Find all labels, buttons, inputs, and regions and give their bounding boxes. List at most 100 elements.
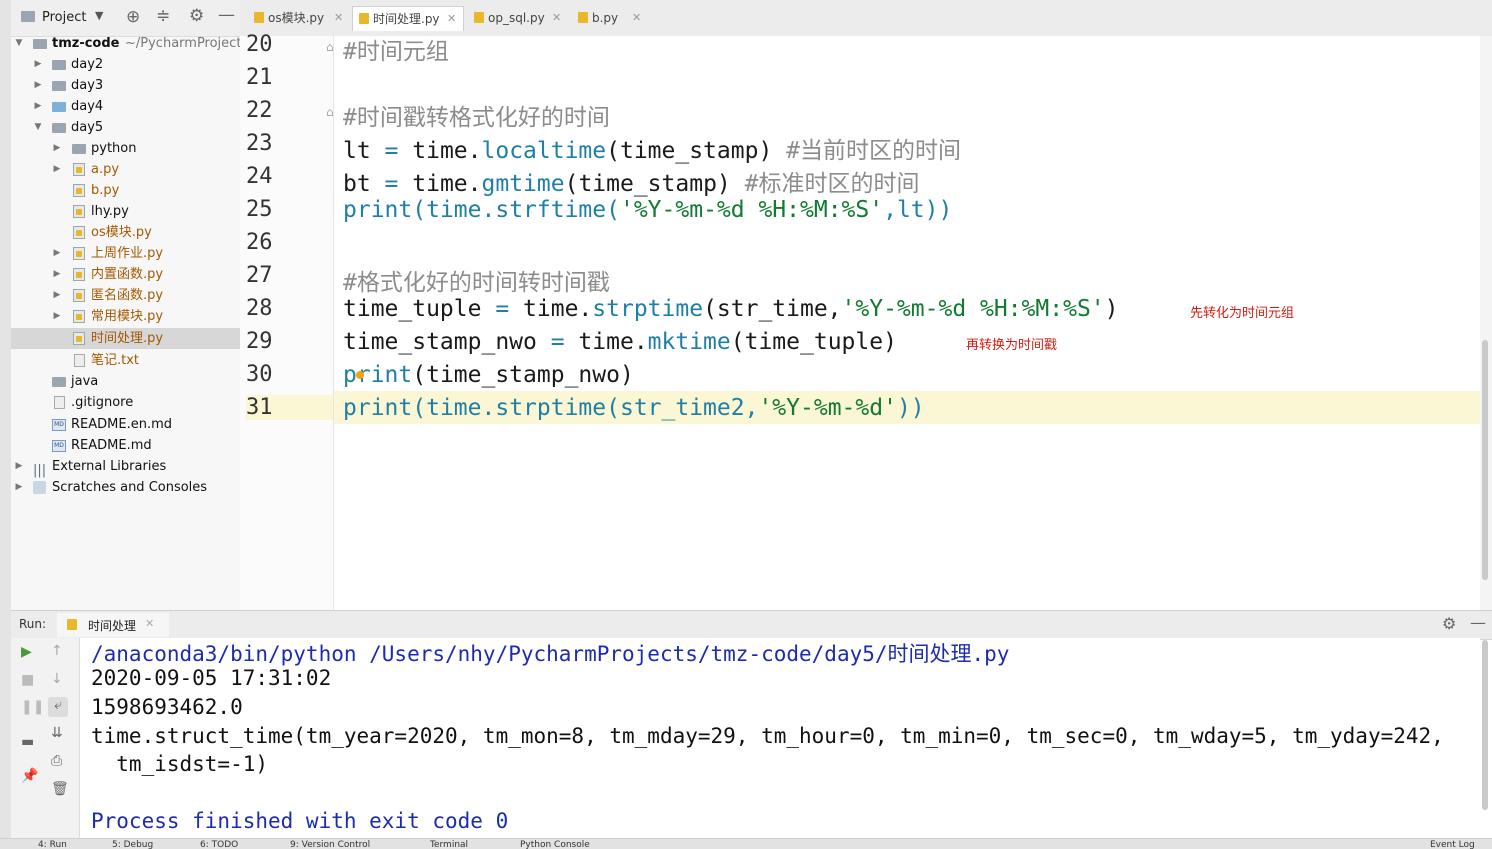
tree-item-label: 时间处理.py	[91, 331, 164, 346]
line-number: 30	[246, 362, 273, 387]
collapsed-arrow-icon[interactable]: ▶	[52, 159, 62, 180]
print-icon[interactable]: ⎙	[51, 753, 62, 769]
collapsed-arrow-icon[interactable]: ▶	[52, 138, 62, 159]
tree-item[interactable]: ▶ day2	[11, 54, 240, 75]
python-file-icon	[73, 205, 85, 218]
line-number: 25	[246, 197, 273, 222]
console-scrollbar-thumb[interactable]	[1482, 640, 1488, 810]
pin-icon[interactable]: 📌	[21, 768, 38, 784]
bottom-tool-bar: 4: Run 5: Debug 6: TODO 9: Version Contr…	[0, 838, 1492, 849]
tree-item-label: 内置函数.py	[91, 267, 164, 282]
collapse-all-icon[interactable]: ≑	[156, 6, 170, 26]
root-name: tmz-code	[52, 36, 120, 51]
chevron-down-icon[interactable]: ▼	[95, 9, 103, 22]
tree-item-selected[interactable]: 时间处理.py	[11, 328, 240, 349]
tree-item[interactable]: b.py	[11, 180, 240, 201]
code-line-29: time_stamp_nwo = time.mktime(time_tuple)	[343, 329, 897, 355]
gear-icon[interactable]: ⚙	[189, 6, 204, 26]
scratches-icon	[33, 481, 46, 494]
close-icon[interactable]: ✕	[334, 6, 343, 30]
collapsed-arrow-icon[interactable]: ▶	[52, 306, 62, 327]
stop-icon[interactable]: ■	[21, 672, 34, 688]
tree-item[interactable]: ▶ 上周作业.py	[11, 243, 240, 264]
tree-item[interactable]: ▶ ||| External Libraries	[11, 456, 240, 478]
close-icon[interactable]: ✕	[632, 6, 641, 30]
scroll-to-end-icon[interactable]: ⇊	[51, 725, 63, 741]
minimize-icon[interactable]: —	[1470, 613, 1486, 632]
collapsed-arrow-icon[interactable]: ▶	[14, 477, 24, 498]
tree-item[interactable]: os模块.py	[11, 222, 240, 243]
tree-item[interactable]: .gitignore	[11, 392, 240, 413]
tree-item[interactable]: ▶ a.py	[11, 159, 240, 180]
tree-item[interactable]: ▶ 内置函数.py	[11, 264, 240, 285]
collapsed-arrow-icon[interactable]: ▶	[52, 243, 62, 264]
tree-item[interactable]: 笔记.txt	[11, 350, 240, 371]
run-tab[interactable]: 时间处理 ✕	[57, 613, 169, 637]
line-number: 28	[246, 296, 273, 321]
tree-root[interactable]: ▼ tmz-code ~/PycharmProject	[11, 33, 242, 54]
expand-arrow-icon[interactable]: ▼	[33, 117, 43, 138]
code-editor[interactable]: #时间元组 #时间戳转格式化好的时间 lt = time.localtime(t…	[334, 36, 1480, 610]
text-file-icon	[74, 354, 85, 367]
code-line-25: print(time.strftime('%Y-%m-%d %H:%M:%S',…	[343, 197, 953, 223]
python-file-icon	[67, 619, 77, 630]
collapsed-arrow-icon[interactable]: ▶	[14, 456, 24, 477]
tree-item-label: .gitignore	[71, 395, 134, 410]
tree-item[interactable]: lhy.py	[11, 201, 240, 222]
tab-b-py[interactable]: b.py ✕	[572, 6, 646, 30]
tree-item[interactable]: ▶ Scratches and Consoles	[11, 477, 240, 498]
minimize-icon[interactable]: —	[218, 5, 235, 25]
close-icon[interactable]: ✕	[552, 6, 561, 30]
collapsed-arrow-icon[interactable]: ▶	[33, 75, 43, 96]
layout-icon[interactable]: ▬	[21, 734, 34, 750]
editor-scrollbar-thumb[interactable]	[1482, 340, 1488, 580]
tab-os-module[interactable]: os模块.py ✕	[248, 6, 346, 30]
line-number: 29	[246, 329, 273, 354]
tree-item[interactable]: ▶ 匿名函数.py	[11, 285, 240, 306]
run-console[interactable]: /anaconda3/bin/python /Users/nhy/Pycharm…	[80, 638, 1480, 838]
locate-icon[interactable]: ⊕	[126, 7, 140, 27]
soft-wrap-icon[interactable]: ⤶	[48, 697, 68, 717]
fold-icon[interactable]: ⌂	[326, 105, 334, 119]
python-file-icon	[474, 12, 484, 23]
tree-item[interactable]: ▶ python	[11, 138, 240, 159]
down-arrow-icon[interactable]: ↓	[51, 671, 63, 687]
gear-icon[interactable]: ⚙	[1442, 614, 1456, 633]
close-icon[interactable]: ✕	[447, 7, 456, 31]
tree-item-label: README.md	[71, 438, 152, 453]
folder-icon	[52, 123, 66, 133]
intention-bulb-icon[interactable]	[356, 371, 364, 379]
tree-item[interactable]: ▶ 常用模块.py	[11, 306, 240, 327]
tree-item[interactable]: java	[11, 371, 240, 392]
close-icon[interactable]: ✕	[145, 617, 154, 630]
tree-item-label: day3	[71, 78, 104, 93]
fold-icon[interactable]: ⌂	[326, 40, 334, 54]
collapsed-arrow-icon[interactable]: ▶	[33, 54, 43, 75]
annotation-text: 再转换为时间戳	[966, 338, 1058, 353]
tree-item[interactable]: ▼ day5	[11, 117, 240, 138]
project-panel-title[interactable]: Project	[42, 10, 86, 25]
code-line-20: #时间元组	[343, 39, 449, 65]
console-line: tm_isdst=-1)	[91, 752, 269, 776]
expand-arrow-icon[interactable]: ▼	[14, 33, 24, 54]
tree-item[interactable]: ▶ day3	[11, 75, 240, 96]
pause-icon[interactable]: ❚❚	[21, 699, 44, 715]
collapsed-arrow-icon[interactable]: ▶	[52, 264, 62, 285]
tree-item[interactable]: ▶ day4	[11, 96, 240, 117]
tab-op-sql[interactable]: op_sql.py ✕	[468, 6, 564, 30]
tree-item[interactable]: MD README.md	[11, 435, 240, 456]
tree-item[interactable]: MD README.en.md	[11, 414, 240, 435]
tree-item-label: os模块.py	[91, 225, 152, 240]
line-number-gutter: 20 21 22 23 24 25 26 27 28 29 30 31 ⌂ ⌂	[240, 32, 334, 610]
tree-item-label: day2	[71, 57, 104, 72]
up-arrow-icon[interactable]: ↑	[51, 643, 63, 659]
python-file-icon	[73, 268, 85, 281]
rerun-icon[interactable]: ▶	[21, 644, 32, 660]
console-line-command: /anaconda3/bin/python /Users/nhy/Pycharm…	[91, 642, 1010, 666]
collapsed-arrow-icon[interactable]: ▶	[33, 96, 43, 117]
python-file-icon	[73, 247, 85, 260]
tab-time-processing[interactable]: 时间处理.py ✕	[352, 6, 464, 31]
tree-item-label: 上周作业.py	[91, 246, 164, 261]
collapsed-arrow-icon[interactable]: ▶	[52, 285, 62, 306]
trash-icon[interactable]: 🗑	[51, 781, 69, 797]
